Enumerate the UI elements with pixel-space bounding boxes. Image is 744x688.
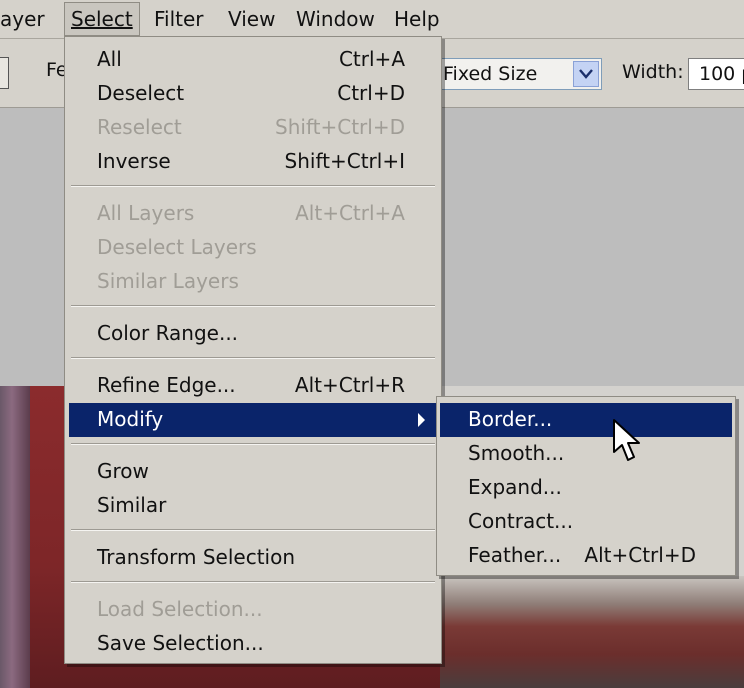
menu-item-label: Inverse: [97, 149, 171, 173]
menu-item-label: Save Selection...: [97, 631, 264, 655]
modify-submenu: Border... Smooth... Expand... Contract..…: [436, 396, 736, 576]
menu-separator: [71, 305, 435, 307]
menu-item-label: Transform Selection: [97, 545, 296, 569]
menu-separator: [71, 185, 435, 187]
menu-item-deselect-layers[interactable]: Deselect Layers: [69, 231, 437, 265]
menu-item-shortcut: Shift+Ctrl+D: [275, 115, 405, 139]
menu-select[interactable]: Select: [64, 2, 140, 36]
menu-item-shortcut: Ctrl+D: [337, 81, 405, 105]
menu-view-label: View: [228, 7, 276, 31]
menu-item-label: Deselect: [97, 81, 185, 105]
menu-item-label: All Layers: [97, 201, 195, 225]
menu-item-shortcut: Shift+Ctrl+I: [284, 149, 405, 173]
menu-separator: [71, 443, 435, 445]
menu-item-deselect[interactable]: Deselect Ctrl+D: [69, 77, 437, 111]
image-structure-region: [440, 576, 744, 688]
submenu-item-contract[interactable]: Contract...: [440, 505, 732, 539]
menu-item-inverse[interactable]: Inverse Shift+Ctrl+I: [69, 145, 437, 179]
menu-filter[interactable]: Filter: [148, 6, 210, 32]
menu-item-all-layers[interactable]: All Layers Alt+Ctrl+A: [69, 197, 437, 231]
menu-item-shortcut: Alt+Ctrl+A: [295, 201, 405, 225]
submenu-item-label: Expand...: [468, 475, 562, 499]
menu-item-modify[interactable]: Modify: [69, 403, 437, 437]
menu-item-similar[interactable]: Similar: [69, 489, 437, 523]
menu-item-label: Color Range...: [97, 321, 239, 345]
menu-item-transform-selection[interactable]: Transform Selection: [69, 541, 437, 575]
submenu-item-shortcut: Alt+Ctrl+D: [584, 543, 696, 567]
style-select-value: Fixed Size: [443, 63, 538, 85]
submenu-item-smooth[interactable]: Smooth...: [440, 437, 732, 471]
menu-item-label: Reselect: [97, 115, 182, 139]
submenu-item-label: Border...: [468, 407, 553, 431]
mouse-pointer-icon: [613, 419, 640, 461]
menu-item-shortcut: Alt+Ctrl+R: [294, 373, 405, 397]
menu-item-label: Similar Layers: [97, 269, 239, 293]
width-label: Width:: [622, 61, 684, 83]
menu-item-label: Refine Edge...: [97, 373, 236, 397]
menu-item-label: All: [97, 47, 122, 71]
submenu-arrow-icon: [418, 413, 425, 427]
menu-window[interactable]: Window: [290, 6, 381, 32]
submenu-item-label: Smooth...: [468, 441, 565, 465]
menu-bar: ayer Select Filter View Window Help: [0, 0, 744, 39]
menu-view[interactable]: View: [222, 6, 281, 32]
menu-layer[interactable]: ayer: [0, 6, 51, 32]
select-menu: All Ctrl+A Deselect Ctrl+D Reselect Shif…: [64, 36, 442, 664]
menu-separator: [71, 357, 435, 359]
menu-help-label: Help: [394, 7, 440, 31]
menu-item-all[interactable]: All Ctrl+A: [69, 43, 437, 77]
image-left-strip: [0, 386, 30, 688]
menu-item-save-selection[interactable]: Save Selection...: [69, 627, 437, 661]
menu-layer-label: ayer: [0, 7, 45, 31]
menu-item-label: Similar: [97, 493, 167, 517]
menu-item-refine-edge[interactable]: Refine Edge... Alt+Ctrl+R: [69, 369, 437, 403]
menu-separator: [71, 581, 435, 583]
menu-help[interactable]: Help: [388, 6, 446, 32]
chevron-down-icon[interactable]: [573, 61, 599, 87]
menu-item-label: Modify: [97, 407, 164, 431]
menu-item-shortcut: Ctrl+A: [338, 47, 405, 71]
submenu-item-label: Contract...: [468, 509, 574, 533]
submenu-item-label: Feather...: [468, 543, 562, 567]
menu-item-label: Deselect Layers: [97, 235, 257, 259]
width-input[interactable]: 100 p: [688, 58, 744, 90]
menu-item-label: Load Selection...: [97, 597, 263, 621]
menu-window-label: Window: [296, 7, 375, 31]
menu-filter-label: Filter: [154, 7, 204, 31]
menu-item-load-selection[interactable]: Load Selection...: [69, 593, 437, 627]
menu-select-label: Select: [71, 7, 133, 31]
tool-preset-button[interactable]: [0, 57, 9, 89]
photoshop-window: ayer Select Filter View Window Help Fe F…: [0, 0, 744, 688]
menu-item-label: Grow: [97, 459, 149, 483]
menu-item-similar-layers[interactable]: Similar Layers: [69, 265, 437, 299]
submenu-item-border[interactable]: Border...: [440, 403, 732, 437]
menu-separator: [71, 529, 435, 531]
menu-item-grow[interactable]: Grow: [69, 455, 437, 489]
menu-item-reselect[interactable]: Reselect Shift+Ctrl+D: [69, 111, 437, 145]
submenu-item-feather[interactable]: Feather... Alt+Ctrl+D: [440, 539, 732, 573]
style-select[interactable]: Fixed Size: [420, 58, 602, 90]
menu-item-color-range[interactable]: Color Range...: [69, 317, 437, 351]
submenu-item-expand[interactable]: Expand...: [440, 471, 732, 505]
